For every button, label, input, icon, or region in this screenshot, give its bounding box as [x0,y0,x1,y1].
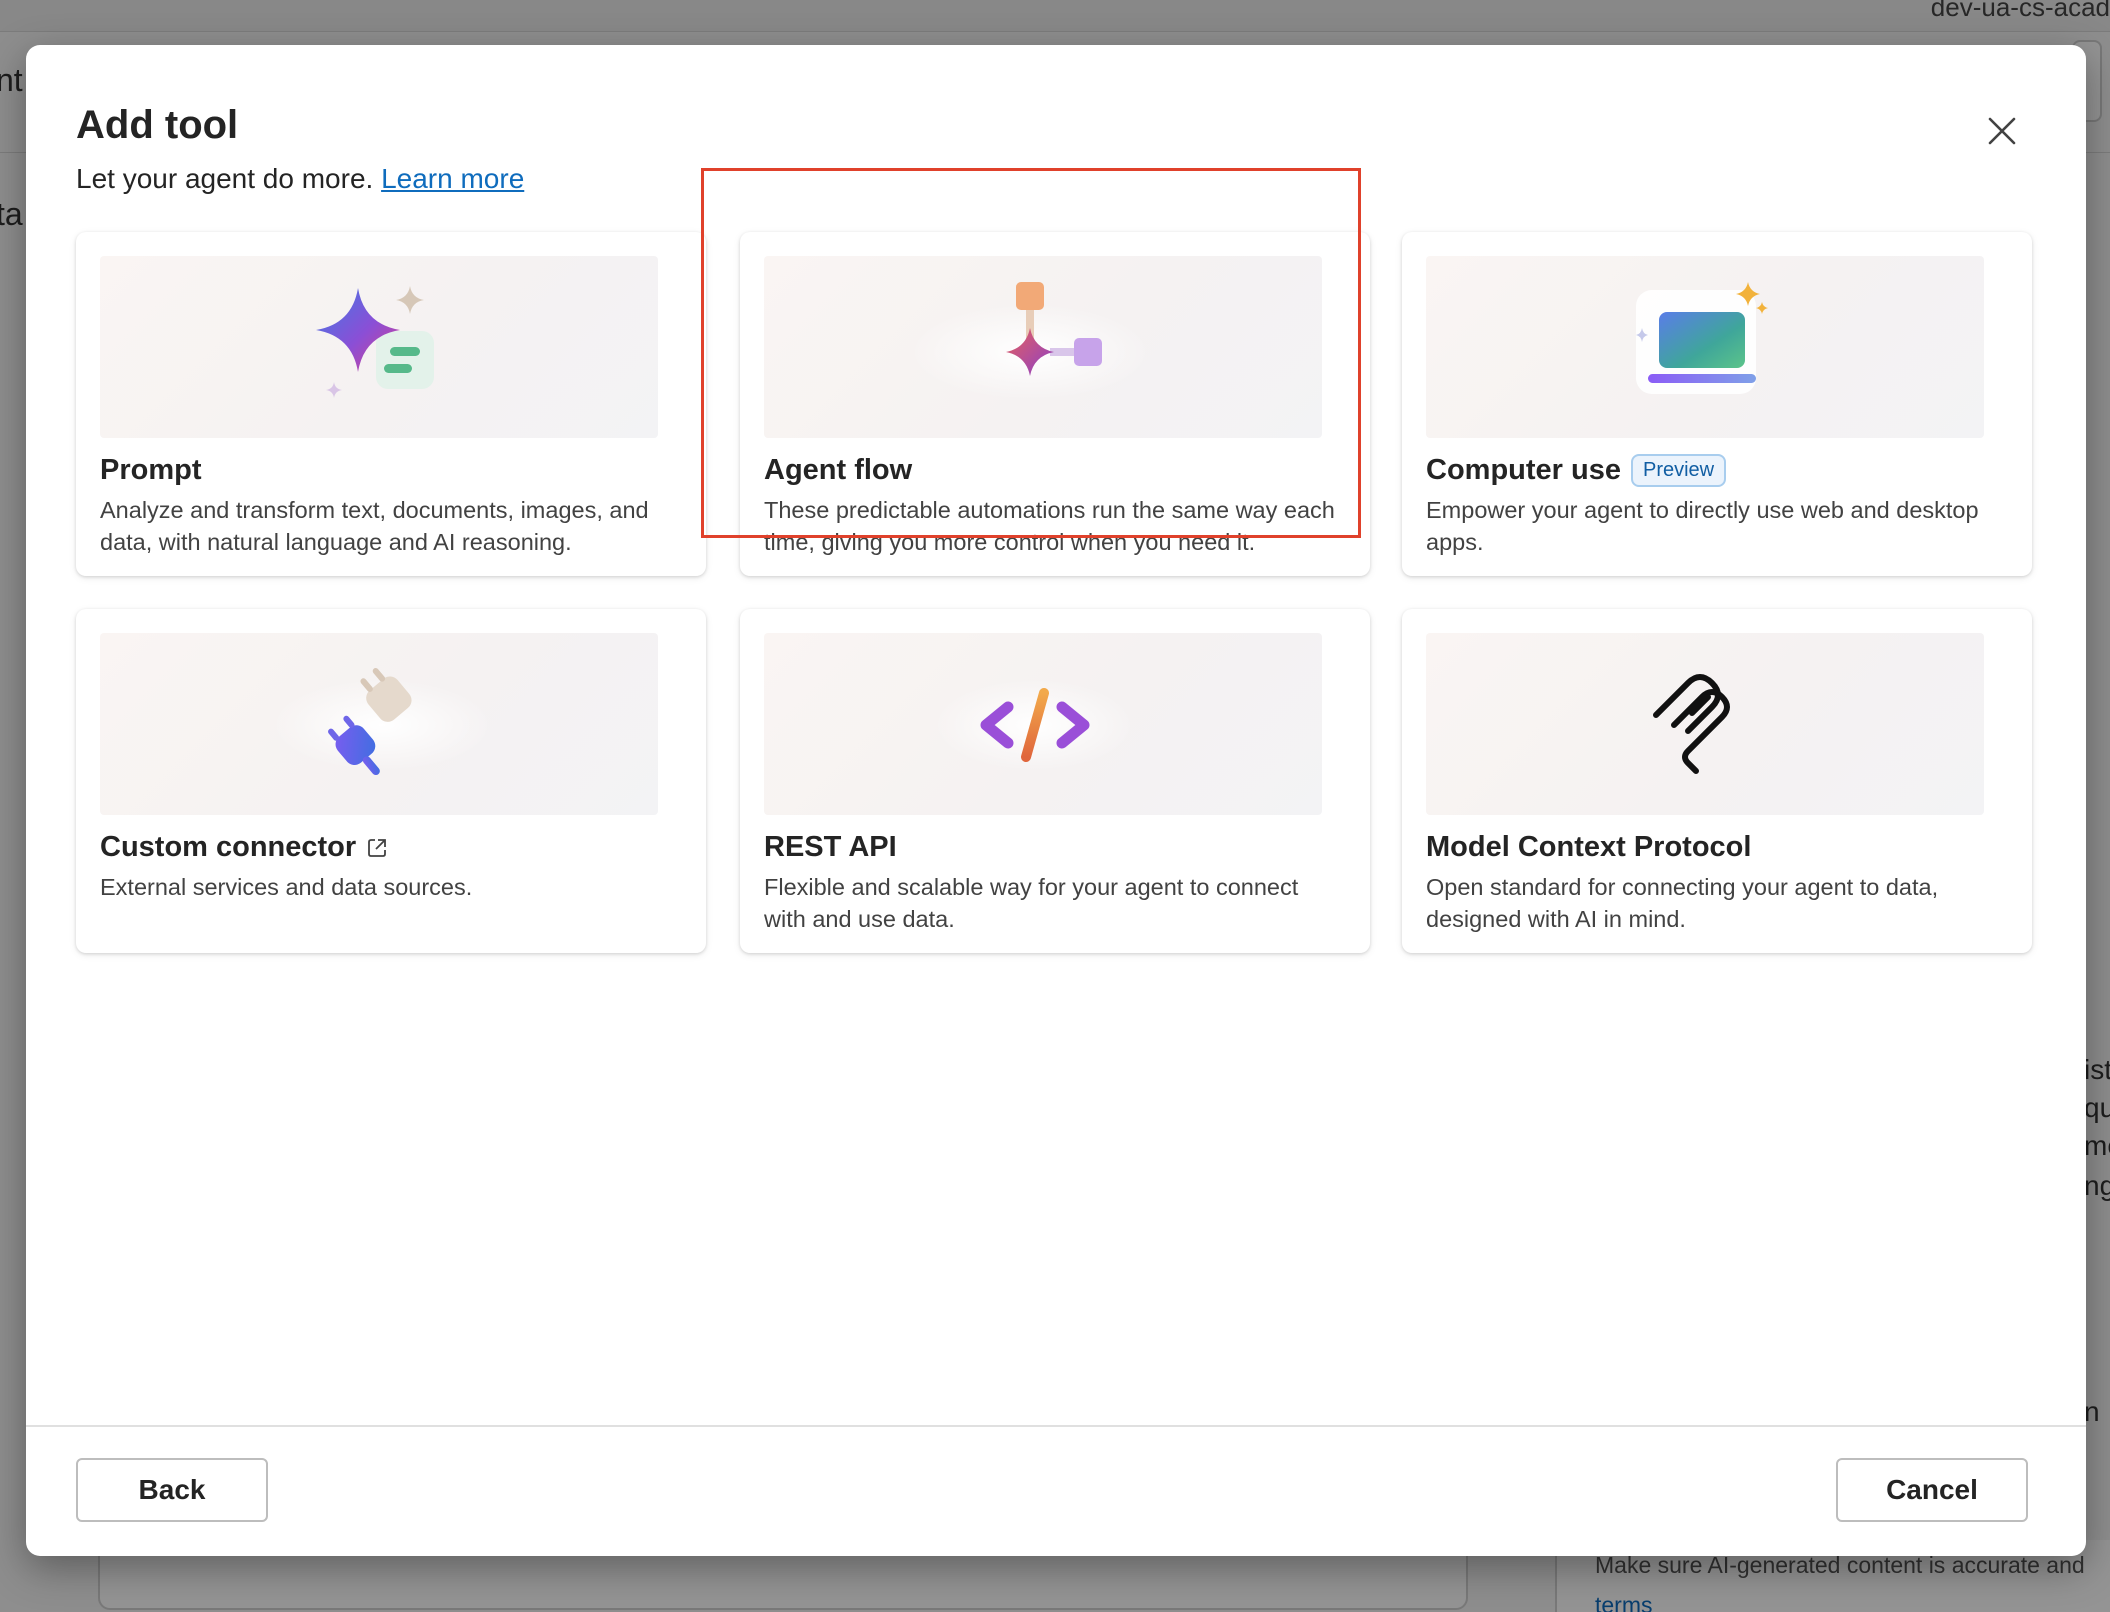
back-button[interactable]: Back [76,1458,268,1522]
tool-title: Model Context Protocol [1426,831,1751,864]
close-button[interactable] [1974,103,2030,159]
tool-card-agent-flow[interactable]: Agent flow These predictable automations… [740,232,1370,576]
cancel-button[interactable]: Cancel [1836,1458,2028,1522]
tool-title-text: Custom connector [100,831,357,863]
tool-card-computer-use[interactable]: Computer use Preview Empower your agent … [1402,232,2032,576]
tool-title: Prompt [100,454,202,487]
plug-icon [272,668,492,776]
tool-description: External services and data sources. [100,874,473,900]
mcp-illustration [1426,633,1984,815]
tool-description: Flexible and scalable way for your agent… [764,874,1299,932]
close-icon [1988,117,2016,145]
prompt-sparkle-icon [316,286,434,398]
tool-title: REST API [764,831,897,864]
agent-flow-illustration [764,256,1322,438]
code-brackets-icon [934,679,1134,771]
computer-use-icon [1636,282,1768,394]
tool-title-text: Agent flow [764,454,913,486]
custom-connector-illustration [100,633,658,815]
learn-more-link[interactable]: Learn more [381,163,524,194]
tool-title: Computer use Preview [1426,454,1727,487]
tool-description: Open standard for connecting your agent … [1426,874,1939,932]
agent-flow-icon [910,282,1150,400]
rest-api-illustration [764,633,1322,815]
tool-card-model-context-protocol[interactable]: Model Context Protocol Open standard for… [1402,609,2032,953]
tool-title: Custom connector [100,831,388,864]
open-external-icon [366,837,388,859]
tool-title-text: Computer use [1426,454,1621,486]
tool-card-rest-api[interactable]: REST API Flexible and scalable way for y… [740,609,1370,953]
footer-divider [26,1425,2086,1427]
subtitle-text: Let your agent do more. [76,163,374,194]
dialog-title: Add tool [76,103,239,147]
tool-card-prompt[interactable]: Prompt Analyze and transform text, docum… [76,232,706,576]
tool-title-text: Model Context Protocol [1426,831,1752,863]
tool-title: Agent flow [764,454,912,487]
preview-badge: Preview [1630,454,1727,487]
tool-title-text: Prompt [100,454,202,486]
tool-title-text: REST API [764,831,897,863]
prompt-illustration [100,256,658,438]
add-tool-dialog: Add tool Let your agent do more. Learn m… [26,45,2086,1556]
mcp-icon [1653,674,1730,774]
tool-description: Empower your agent to directly use web a… [1426,497,1979,555]
tool-description: These predictable automations run the sa… [764,497,1335,555]
tool-description: Analyze and transform text, documents, i… [100,497,649,555]
tool-card-custom-connector[interactable]: Custom connector External services and d… [76,609,706,953]
computer-use-illustration [1426,256,1984,438]
dialog-subtitle: Let your agent do more. Learn more [76,163,524,195]
